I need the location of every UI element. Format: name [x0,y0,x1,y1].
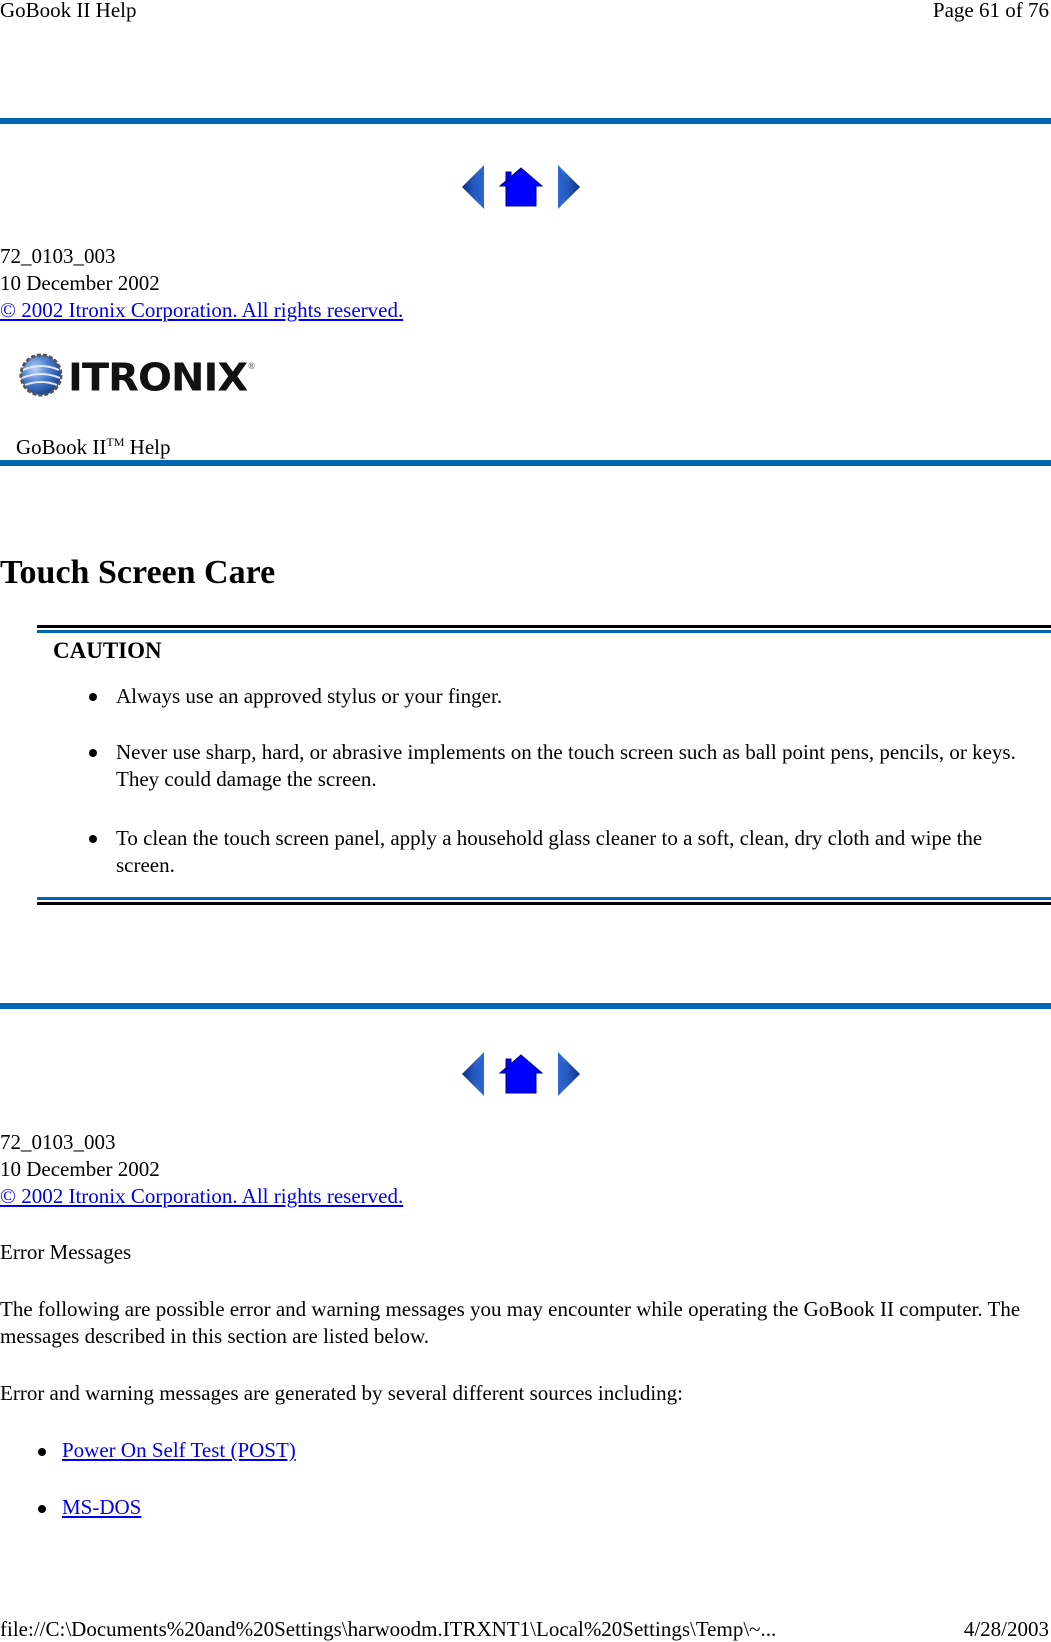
arrow-left-icon[interactable] [458,163,488,211]
product-suffix: Help [124,435,171,459]
trademark-mark: TM [106,435,125,449]
page-title: Touch Screen Care [0,554,276,591]
product-title: GoBook IITM Help [16,430,171,459]
caution-item: Never use sharp, hard, or abrasive imple… [37,739,1027,793]
caution-bottom-rule-black [37,902,1051,905]
home-icon[interactable] [498,1053,544,1095]
caution-top-rule-blue [37,630,1051,633]
nav-bar-bottom [458,1050,584,1098]
bullet-icon [89,693,97,701]
print-date: 4/28/2003 [963,1617,1049,1641]
error-sources-paragraph: Error and warning messages are generated… [0,1381,684,1405]
caution-bottom-rule-blue [37,897,1051,900]
arrow-right-icon[interactable] [554,163,584,211]
post-link[interactable]: Power On Self Test (POST) [62,1438,296,1462]
list-item: MS-DOS [0,1494,141,1521]
caution-item: To clean the touch screen panel, apply a… [37,825,1027,879]
registered-mark: ® [248,361,256,371]
caution-box: CAUTION Always use an approved stylus or… [37,625,1051,907]
error-intro-paragraph: The following are possible error and war… [0,1297,1021,1348]
bullet-icon [38,1448,46,1456]
arrow-right-icon[interactable] [554,1050,584,1098]
bullet-icon [89,749,97,757]
itronix-globe-icon [18,352,64,404]
itronix-logo: ITRONIX ® [18,352,255,404]
header-divider [0,460,1051,466]
doc-date: 10 December 2002 [0,271,160,295]
file-path: file://C:\Documents%20and%20Settings\har… [0,1617,777,1641]
copyright-link[interactable]: © 2002 Itronix Corporation. All rights r… [0,1184,403,1208]
ms-dos-link[interactable]: MS-DOS [62,1495,141,1519]
running-header-page: Page 61 of 76 [932,0,1049,22]
caution-label: CAUTION [53,638,162,663]
doc-number: 72_0103_003 [0,244,116,268]
doc-date: 10 December 2002 [0,1157,160,1181]
doc-number: 72_0103_003 [0,1130,116,1154]
bullet-icon [38,1505,46,1513]
copyright-link[interactable]: © 2002 Itronix Corporation. All rights r… [0,298,403,322]
bullet-icon [89,835,97,843]
error-messages-heading: Error Messages [0,1240,132,1264]
logo-text: ITRONIX [68,356,248,400]
arrow-left-icon[interactable] [458,1050,488,1098]
home-icon[interactable] [498,166,544,208]
nav-bar-top [458,163,584,211]
bottom-divider [0,1003,1051,1009]
product-name: GoBook II [16,435,107,459]
running-header-title: GoBook II Help [0,0,137,22]
caution-item: Always use an approved stylus or your fi… [37,683,1027,710]
list-item: Power On Self Test (POST) [0,1437,296,1464]
top-divider [0,118,1051,124]
caution-top-rule-black [37,625,1051,628]
